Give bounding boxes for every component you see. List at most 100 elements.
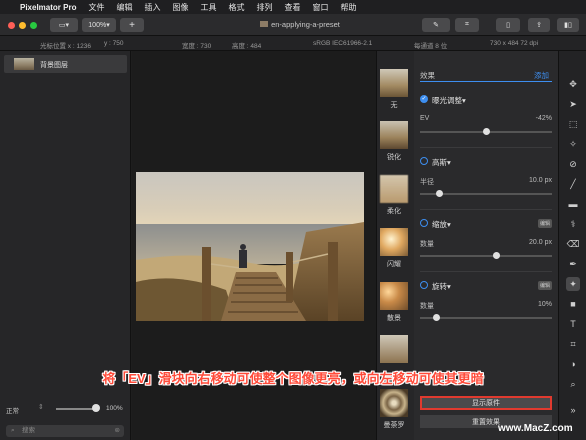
chevron-down-icon: ▾ xyxy=(447,282,451,291)
image-canvas[interactable] xyxy=(136,172,364,321)
preset-shine[interactable]: 闪耀 xyxy=(380,228,408,269)
preset-label: 无 xyxy=(390,102,398,109)
cursor-x: 光标位置 x : 1236 xyxy=(40,43,91,50)
view-mode-button[interactable]: ▭▾ xyxy=(50,18,78,32)
share-button[interactable]: ⇪ xyxy=(528,18,550,32)
gradient-icon[interactable]: ▬ xyxy=(566,197,580,211)
param-label: 数量 xyxy=(420,303,434,310)
opacity-slider[interactable] xyxy=(56,408,96,410)
menu-file[interactable]: 文件 xyxy=(88,2,104,13)
preset-mandala[interactable]: 曼荼罗 xyxy=(380,389,408,430)
amount-slider-knob[interactable] xyxy=(492,252,500,259)
preset-thumbnail xyxy=(380,282,408,310)
menu-insert[interactable]: 插入 xyxy=(144,2,160,13)
zoom-window-button[interactable] xyxy=(30,22,37,29)
add-button[interactable]: + xyxy=(120,18,144,32)
updown-chevron-icon: ⇕ xyxy=(38,404,44,411)
document-icon: ▯ xyxy=(506,22,510,29)
blend-mode-select[interactable]: 正常 xyxy=(6,405,19,415)
edit-badge[interactable]: 编辑 xyxy=(537,219,552,228)
preset-soften[interactable]: 柔化 xyxy=(380,175,408,216)
eraser-icon[interactable]: ⌫ xyxy=(566,237,580,251)
bit-depth: 每通道 8 位 xyxy=(414,43,448,50)
amount-slider[interactable] xyxy=(420,317,552,319)
sidebar-icon: ▮▯ xyxy=(564,22,572,29)
effect-name[interactable]: 缩放▾ xyxy=(432,219,451,230)
effect-gaussian: 高斯▾ 半径 10.0 px xyxy=(420,147,552,201)
tutorial-caption: 将「EV」滑块向右移动可使整个图像更亮，或向左移动可使其更暗 xyxy=(102,371,484,386)
amount-slider[interactable] xyxy=(420,255,552,257)
effects-tool-icon[interactable]: ✦ xyxy=(566,277,580,291)
edit-badge[interactable]: 编辑 xyxy=(537,281,552,290)
app-menu[interactable]: Pixelmator Pro xyxy=(20,3,76,12)
selection-icon[interactable]: ⬚ xyxy=(566,117,580,131)
menu-tools[interactable]: 工具 xyxy=(200,2,216,13)
opacity-slider-knob[interactable] xyxy=(92,404,100,412)
param-value[interactable]: 10.0 px xyxy=(529,177,552,184)
menu-edit[interactable]: 编辑 xyxy=(116,2,132,13)
menu-help[interactable]: 帮助 xyxy=(340,2,356,13)
effect-toggle-checkbox[interactable] xyxy=(420,157,428,165)
menu-image[interactable]: 图像 xyxy=(172,2,188,13)
param-value[interactable]: 10% xyxy=(538,301,552,308)
preset-unnamed[interactable] xyxy=(380,335,408,366)
layer-row[interactable]: 背景图层 xyxy=(4,55,127,73)
effect-name[interactable]: 高斯▾ xyxy=(432,157,451,168)
new-document-button[interactable]: ▯ xyxy=(496,18,520,32)
param-value[interactable]: 20.0 px xyxy=(529,239,552,246)
menu-view[interactable]: 查看 xyxy=(284,2,300,13)
preset-thumbnail xyxy=(380,121,408,149)
zoom-dropdown[interactable]: 100% ▾ xyxy=(82,18,116,32)
zoom-value: 100% xyxy=(88,21,107,29)
info-bar: 光标位置 x : 1236 y : 750 宽度 : 730 高度 : 484 … xyxy=(0,36,586,51)
param-label: 半径 xyxy=(420,179,434,186)
preset-thumbnail xyxy=(380,389,408,417)
effect-name[interactable]: 曝光调整▾ xyxy=(432,95,466,106)
document-icon xyxy=(260,21,269,27)
add-effect-button[interactable]: 添加 xyxy=(534,70,549,81)
eyedropper-icon[interactable]: ⊘ xyxy=(566,157,580,171)
menu-window[interactable]: 窗口 xyxy=(312,2,328,13)
brush-icon: ✎ xyxy=(433,22,439,29)
pen-icon[interactable]: ✒ xyxy=(566,257,580,271)
text-icon[interactable]: T xyxy=(566,317,580,331)
ev-slider-knob[interactable] xyxy=(482,128,490,135)
crop-button[interactable]: ⌗ xyxy=(455,18,479,32)
preset-sharpen[interactable]: 锐化 xyxy=(380,121,408,162)
photo-coastal-stairs xyxy=(136,172,364,321)
preset-bokeh[interactable]: 散景 xyxy=(380,282,408,323)
menu-format[interactable]: 格式 xyxy=(228,2,244,13)
param-label: 数量 xyxy=(420,241,434,248)
minimize-window-button[interactable] xyxy=(19,22,26,29)
brush-icon[interactable]: ╱ xyxy=(566,177,580,191)
effect-toggle-checkbox[interactable] xyxy=(420,219,428,227)
amount-slider-knob[interactable] xyxy=(432,314,440,321)
menu-arrange[interactable]: 排列 xyxy=(256,2,272,13)
effects-title: 效果 xyxy=(420,71,435,80)
effect-toggle-checkbox[interactable] xyxy=(420,281,428,289)
watermark: www.MacZ.com xyxy=(498,423,573,434)
section-divider xyxy=(420,209,552,210)
sidebar-toggle-button[interactable]: ▮▯ xyxy=(557,18,579,32)
effect-name[interactable]: 旋转▾ xyxy=(432,281,451,292)
pointer-icon[interactable]: ➤ xyxy=(566,97,580,111)
chevron-down-icon: ▾ xyxy=(447,158,451,167)
retouch-icon[interactable]: ⚕ xyxy=(566,217,580,231)
style-button[interactable]: ✎ xyxy=(422,18,450,32)
plus-icon: + xyxy=(129,19,135,31)
shape-icon[interactable]: ■ xyxy=(566,297,580,311)
magic-wand-icon[interactable]: ✧ xyxy=(566,137,580,151)
close-window-button[interactable] xyxy=(8,22,15,29)
arrange-tool-icon[interactable]: ✥ xyxy=(566,77,580,91)
document-title: en-applying-a-preset xyxy=(240,20,360,29)
effect-toggle-checkbox[interactable]: ✓ xyxy=(420,95,428,103)
layer-search-input[interactable]: ⌕ 搜索 ⊜ xyxy=(6,425,124,437)
radius-slider-knob[interactable] xyxy=(436,190,444,197)
more-tools-icon[interactable]: » xyxy=(566,403,580,417)
show-original-button[interactable]: 显示原件 xyxy=(420,396,552,410)
layer-name: 背景图层 xyxy=(40,62,68,69)
param-value[interactable]: -42% xyxy=(536,115,552,122)
sidebar-icon: ▭▾ xyxy=(58,22,70,29)
preset-none[interactable]: 无 xyxy=(380,69,408,110)
crop-icon[interactable]: ⌗ xyxy=(566,337,580,351)
